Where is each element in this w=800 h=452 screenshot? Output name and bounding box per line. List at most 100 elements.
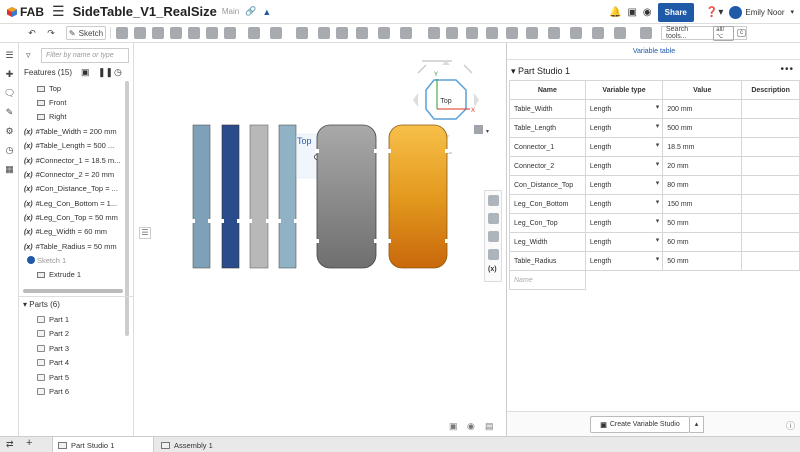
variable-description-cell[interactable] <box>741 137 800 157</box>
variable-item[interactable]: (x) #Connector_1 = 18.5 m... <box>24 156 120 165</box>
variable-type-select[interactable]: Length <box>584 194 664 214</box>
variable-value-cell[interactable]: 500 mm <box>662 118 743 138</box>
plane-icon[interactable] <box>486 26 498 40</box>
pattern-icon[interactable] <box>336 26 348 40</box>
variable-value-cell[interactable]: 80 mm <box>662 175 743 195</box>
variable-type-select[interactable]: Length <box>584 175 664 195</box>
avatar[interactable] <box>729 5 743 19</box>
fillet-icon[interactable] <box>224 26 236 40</box>
leg-part-1[interactable] <box>190 124 213 269</box>
model-canvas[interactable]: Top Y X ▾ Top <box>134 43 506 436</box>
variable-description-cell[interactable] <box>741 118 800 138</box>
variable-type-select[interactable]: Length <box>584 251 664 271</box>
variable-value-cell[interactable]: 50 mm <box>662 213 743 233</box>
variable-description-cell[interactable] <box>741 99 800 119</box>
cube-store-icon[interactable]: ▣ <box>627 7 636 18</box>
comments-icon[interactable]: 🗨 <box>4 88 15 99</box>
variable-type-select[interactable]: Length <box>584 99 664 119</box>
split-icon[interactable] <box>400 26 412 40</box>
notification-bell-icon[interactable]: 🔔 <box>609 7 621 18</box>
appearance-icon[interactable] <box>488 249 499 260</box>
section-view-icon[interactable] <box>488 195 499 206</box>
extrude-icon[interactable] <box>116 26 128 40</box>
variable-name-cell[interactable]: Leg_Con_Bottom <box>509 194 586 214</box>
surface-icon[interactable] <box>592 26 604 40</box>
variable-value-cell[interactable]: 20 mm <box>662 156 743 176</box>
variable-value-cell[interactable]: 150 mm <box>662 194 743 214</box>
tab-part-studio-1[interactable]: Part Studio 1 <box>52 437 154 452</box>
part-item[interactable]: Part 3 <box>37 344 69 353</box>
app-store-icon[interactable]: ◉ <box>643 7 652 18</box>
scrollbar-vertical[interactable] <box>125 81 129 336</box>
render-icon[interactable] <box>488 231 499 242</box>
history-clock-icon[interactable]: ◷ <box>114 67 122 78</box>
plane-item-top[interactable]: Top <box>37 84 61 93</box>
variable-name-cell[interactable]: Connector_1 <box>509 137 586 157</box>
boolean-icon[interactable] <box>378 26 390 40</box>
part-item[interactable]: Part 2 <box>37 329 69 338</box>
redo-icon[interactable]: ↷ <box>45 26 57 40</box>
hole-icon[interactable] <box>318 26 330 40</box>
share-button[interactable]: Share <box>657 2 694 22</box>
leg-part-4[interactable] <box>276 124 299 269</box>
part-studio-header[interactable]: ▾ Part Studio 1 <box>511 66 570 77</box>
rollback-icon[interactable]: ▣ <box>81 67 90 78</box>
table-top-orange[interactable] <box>387 124 449 269</box>
variable-item[interactable]: (x) #Leg_Con_Bottom = 1... <box>24 199 117 208</box>
transform-icon[interactable] <box>428 26 440 40</box>
modify-fillet-icon[interactable] <box>466 26 478 40</box>
variable-table-icon[interactable]: (x) <box>488 266 497 273</box>
mass-properties-icon[interactable]: ◉ <box>467 421 475 432</box>
variable-type-select[interactable]: Length <box>584 137 664 157</box>
clock-icon[interactable]: ◷ <box>4 145 15 156</box>
chamfer-icon[interactable] <box>248 26 260 40</box>
mate-icon[interactable]: ✚ <box>4 69 15 80</box>
variable-name-cell[interactable]: Table_Radius <box>509 251 586 271</box>
create-variable-studio-button[interactable]: ▣ Create Variable Studio <box>590 416 690 433</box>
sketch-button[interactable]: ✎ Sketch <box>66 26 106 40</box>
variable-type-select[interactable]: Length <box>584 213 664 233</box>
tab-manager-icon[interactable]: ⇄ <box>6 439 14 450</box>
pause-icon[interactable]: ❚❚ <box>98 67 113 78</box>
variable-description-cell[interactable] <box>741 251 800 271</box>
named-views-icon[interactable] <box>488 213 499 224</box>
variable-value-cell[interactable]: 60 mm <box>662 232 743 252</box>
plane-item-front[interactable]: Front <box>37 98 67 107</box>
onshape-logo[interactable]: FAB <box>6 5 44 19</box>
document-title[interactable]: SideTable_V1_RealSize <box>73 4 217 19</box>
variable-item[interactable]: (x) #Connector_2 = 20 mm <box>24 170 114 179</box>
add-tab-icon[interactable]: + <box>26 437 32 449</box>
variable-name-cell[interactable]: Leg_Width <box>509 232 586 252</box>
variable-value-cell[interactable]: 18.5 mm <box>662 137 743 157</box>
chevron-up-icon[interactable]: ▴ <box>690 416 704 433</box>
mate-connector-icon[interactable] <box>506 26 518 40</box>
enclose-icon[interactable] <box>206 26 218 40</box>
properties-icon[interactable]: ✎ <box>4 107 15 118</box>
graduation-cap-icon[interactable]: ▲ <box>262 7 271 17</box>
part-item[interactable]: Part 4 <box>37 358 69 367</box>
mirror-icon[interactable] <box>356 26 368 40</box>
sketch-item[interactable]: Sketch 1 <box>27 256 66 265</box>
variable-value-cell[interactable]: 200 mm <box>662 99 743 119</box>
chevron-down-icon[interactable]: ▾ <box>790 8 794 16</box>
variable-item[interactable]: (x) #Table_Width = 200 mm <box>24 127 117 136</box>
thicken-icon[interactable] <box>188 26 200 40</box>
help-icon[interactable]: ❓▾ <box>706 7 723 18</box>
part-item[interactable]: Part 5 <box>37 373 69 382</box>
variable-item[interactable]: (x) #Leg_Width = 60 mm <box>24 227 107 236</box>
filter-icon[interactable]: ▿ <box>26 50 31 61</box>
parts-header[interactable]: ▾ Parts (6) <box>23 300 60 309</box>
more-options-icon[interactable]: ••• <box>780 64 794 75</box>
help-icon[interactable]: ⓘ <box>786 419 795 432</box>
revolve-icon[interactable] <box>134 26 146 40</box>
sheet-metal-icon[interactable] <box>548 26 560 40</box>
custom-feature-icon[interactable] <box>640 26 652 40</box>
loft-icon[interactable] <box>170 26 182 40</box>
search-tools-input[interactable]: Search tools... alt/⌥ c <box>661 25 747 41</box>
graphics-viewport[interactable]: ☰ Top Y X ▾ Top (x) ▣ ◉ ▤ <box>134 43 506 436</box>
zoom-fit-icon[interactable]: ▣ <box>449 421 458 432</box>
part-item[interactable]: Part 1 <box>37 315 69 324</box>
variable-icon[interactable] <box>614 26 626 40</box>
variable-name-cell[interactable]: Leg_Con_Top <box>509 213 586 233</box>
hamburger-menu-icon[interactable]: ☰ <box>52 3 65 20</box>
